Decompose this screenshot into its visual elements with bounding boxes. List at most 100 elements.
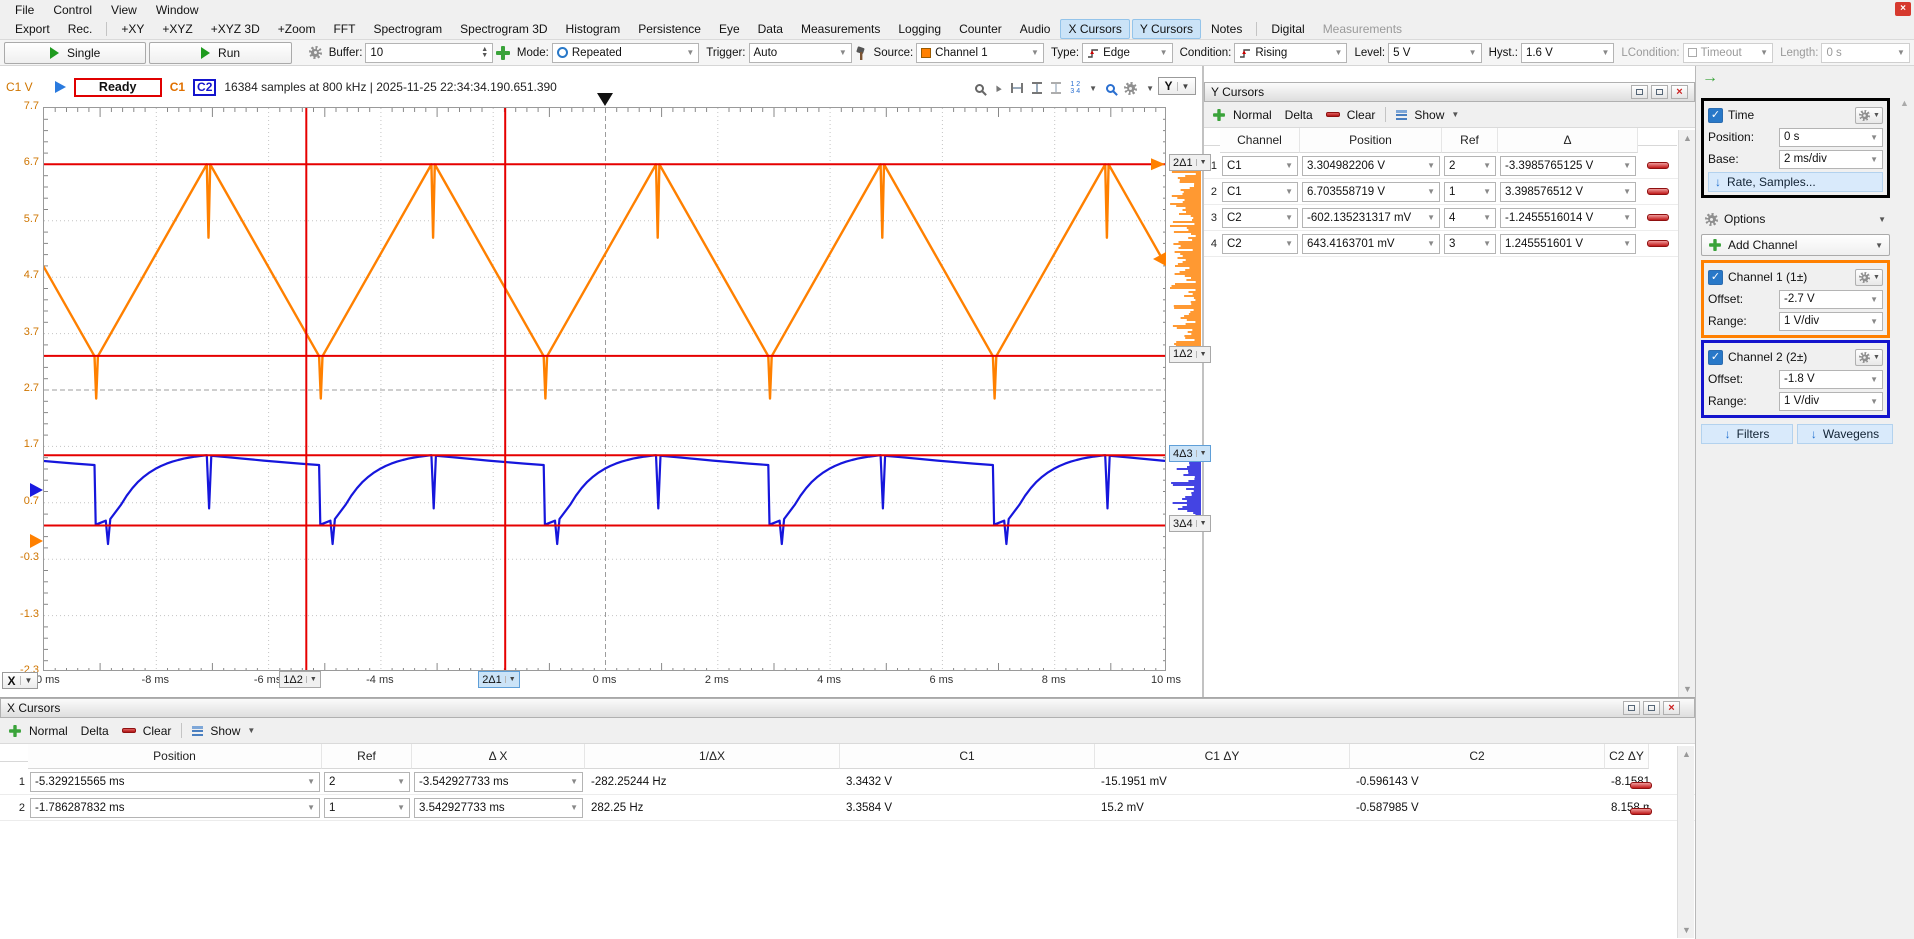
- delta-select[interactable]: -3.3985765125 V▼: [1500, 156, 1636, 176]
- x-axis-button[interactable]: X▼: [2, 672, 38, 689]
- tab-persistence[interactable]: Persistence: [630, 19, 709, 39]
- type-select[interactable]: Edge▼: [1082, 43, 1172, 63]
- trigger-select[interactable]: Auto▼: [749, 43, 852, 63]
- search-icon[interactable]: [1106, 84, 1115, 93]
- chevron-down-icon[interactable]: ▼: [247, 726, 255, 735]
- tab-measurements[interactable]: Measurements: [1315, 19, 1410, 39]
- y-cursor-badge-3Δ4[interactable]: 3Δ4▼: [1169, 515, 1211, 532]
- close-panel-icon[interactable]: ×: [1663, 701, 1680, 715]
- position-select[interactable]: -5.329215565 ms▼: [30, 772, 320, 792]
- mode-select[interactable]: Repeated▼: [552, 43, 699, 63]
- y-axis-button[interactable]: Y▼: [1158, 77, 1196, 95]
- delta-x-select[interactable]: 3.542927733 ms▼: [414, 798, 583, 818]
- position-select[interactable]: 6.703558719 V▼: [1302, 182, 1440, 202]
- tab-logging[interactable]: Logging: [890, 19, 949, 39]
- tab-spectrogram[interactable]: Spectrogram: [365, 19, 450, 39]
- remove-cursor-button[interactable]: [1647, 188, 1669, 195]
- filters-button[interactable]: ↓Filters: [1701, 424, 1793, 444]
- trigger-level-marker[interactable]: [1153, 252, 1166, 266]
- channel1-checkbox[interactable]: ✓: [1708, 270, 1723, 285]
- channel2-trace[interactable]: [44, 455, 1166, 544]
- normal-button[interactable]: Normal: [29, 724, 68, 738]
- time-checkbox[interactable]: ✓: [1708, 108, 1723, 123]
- x-cursors-title-bar[interactable]: X Cursors ×: [0, 698, 1695, 718]
- tab-eye[interactable]: Eye: [711, 19, 748, 39]
- menu-file[interactable]: File: [6, 1, 44, 19]
- x-cursors-scrollbar[interactable]: ▲ ▼: [1677, 746, 1694, 938]
- delta-select[interactable]: -1.2455516014 V▼: [1500, 208, 1636, 228]
- buffer-spinner[interactable]: 10▲▼: [365, 43, 493, 63]
- menu-view[interactable]: View: [102, 1, 147, 19]
- fit-horizontal-icon[interactable]: [1011, 83, 1023, 93]
- run-button[interactable]: Run: [149, 42, 291, 64]
- tab-fft[interactable]: FFT: [325, 19, 363, 39]
- channel2-gear-button[interactable]: ▼: [1855, 349, 1883, 366]
- tab-digital[interactable]: Digital: [1263, 19, 1312, 39]
- delta-select[interactable]: 3.398576512 V▼: [1500, 182, 1636, 202]
- channel-select[interactable]: C1▼: [1222, 182, 1298, 202]
- position-select[interactable]: 3.304982206 V▼: [1302, 156, 1440, 176]
- expand-arrow-icon[interactable]: →: [1702, 69, 1718, 87]
- channel2-tag[interactable]: C2: [193, 79, 216, 96]
- tab--xyz-3d[interactable]: +XYZ 3D: [203, 19, 268, 39]
- tab--xyz[interactable]: +XYZ: [154, 19, 200, 39]
- float-panel-icon[interactable]: [1623, 701, 1640, 715]
- tab-y-cursors[interactable]: Y Cursors: [1132, 19, 1201, 39]
- remove-cursor-button[interactable]: [1647, 214, 1669, 221]
- delta-x-select[interactable]: -3.542927733 ms▼: [414, 772, 583, 792]
- condition-select[interactable]: Rising▼: [1234, 43, 1347, 63]
- fit-ruler-icon[interactable]: [1051, 82, 1061, 94]
- zoom-region-icon[interactable]: [975, 84, 984, 93]
- tab-notes[interactable]: Notes: [1203, 19, 1250, 39]
- chevron-down-icon[interactable]: ▼: [1146, 84, 1154, 93]
- channel1-range-select[interactable]: 1 V/div▼: [1779, 312, 1883, 331]
- rate-samples-button[interactable]: ↓Rate, Samples...: [1708, 172, 1883, 192]
- tab-spectrogram-3d[interactable]: Spectrogram 3D: [452, 19, 555, 39]
- clear-button[interactable]: Clear: [143, 724, 172, 738]
- x-cursor-badge-1Δ2[interactable]: 1Δ2▼: [279, 671, 321, 688]
- delta-button[interactable]: Delta: [1285, 108, 1313, 122]
- plot-gear-icon[interactable]: [1124, 82, 1137, 95]
- show-button[interactable]: Show: [210, 724, 240, 738]
- normal-button[interactable]: Normal: [1233, 108, 1272, 122]
- remove-cursor-button[interactable]: [1630, 808, 1652, 815]
- y-cursor-badge-1Δ2[interactable]: 1Δ2▼: [1169, 346, 1211, 363]
- ref-select[interactable]: 2▼: [1444, 156, 1496, 176]
- tab-measurements[interactable]: Measurements: [793, 19, 888, 39]
- buffer-gear-icon[interactable]: [309, 46, 322, 59]
- channel-select[interactable]: C2▼: [1222, 208, 1298, 228]
- maximize-panel-icon[interactable]: [1643, 701, 1660, 715]
- y-cursors-title-bar[interactable]: Y Cursors ×: [1204, 82, 1695, 102]
- spinner-arrows-icon[interactable]: ▲▼: [481, 47, 488, 59]
- position-select[interactable]: -1.786287832 ms▼: [30, 798, 320, 818]
- add-channel-button[interactable]: Add Channel ▼: [1701, 234, 1890, 256]
- tab--zoom[interactable]: +Zoom: [270, 19, 324, 39]
- tab-histogram[interactable]: Histogram: [558, 19, 629, 39]
- single-button[interactable]: Single: [4, 42, 146, 64]
- ref-select[interactable]: 3▼: [1444, 234, 1496, 254]
- channel-select[interactable]: C1▼: [1222, 156, 1298, 176]
- tab-counter[interactable]: Counter: [951, 19, 1010, 39]
- y-cursor-badge-4Δ3[interactable]: 4Δ3▼: [1169, 445, 1211, 462]
- position-select[interactable]: 643.4163701 mV▼: [1302, 234, 1440, 254]
- maximize-panel-icon[interactable]: [1651, 85, 1668, 99]
- source-select[interactable]: Channel 1▼: [916, 43, 1044, 63]
- tab-audio[interactable]: Audio: [1012, 19, 1059, 39]
- hysteresis-select[interactable]: 1.6 V▼: [1521, 43, 1614, 63]
- chevron-down-icon[interactable]: ▼: [1089, 84, 1097, 93]
- delta-select[interactable]: 1.245551601 V▼: [1500, 234, 1636, 254]
- scroll-down-icon[interactable]: ▼: [1679, 684, 1696, 694]
- remove-cursor-button[interactable]: [1647, 240, 1669, 247]
- show-button[interactable]: Show: [1414, 108, 1444, 122]
- time-gear-button[interactable]: ▼: [1855, 107, 1883, 124]
- channel2-offset-marker[interactable]: [30, 483, 43, 497]
- level-select[interactable]: 5 V▼: [1388, 43, 1481, 63]
- cursor-handle-icon[interactable]: [1151, 158, 1165, 170]
- channel2-offset-select[interactable]: -1.8 V▼: [1779, 370, 1883, 389]
- pointer-icon[interactable]: ▲: [991, 81, 1005, 95]
- y-cursor-badge-2Δ1[interactable]: 2Δ1▼: [1169, 154, 1211, 171]
- position-select[interactable]: -602.135231317 mV▼: [1302, 208, 1440, 228]
- fit-vertical-icon[interactable]: [1032, 82, 1042, 94]
- delta-button[interactable]: Delta: [81, 724, 109, 738]
- add-acquisition-icon[interactable]: [496, 46, 510, 60]
